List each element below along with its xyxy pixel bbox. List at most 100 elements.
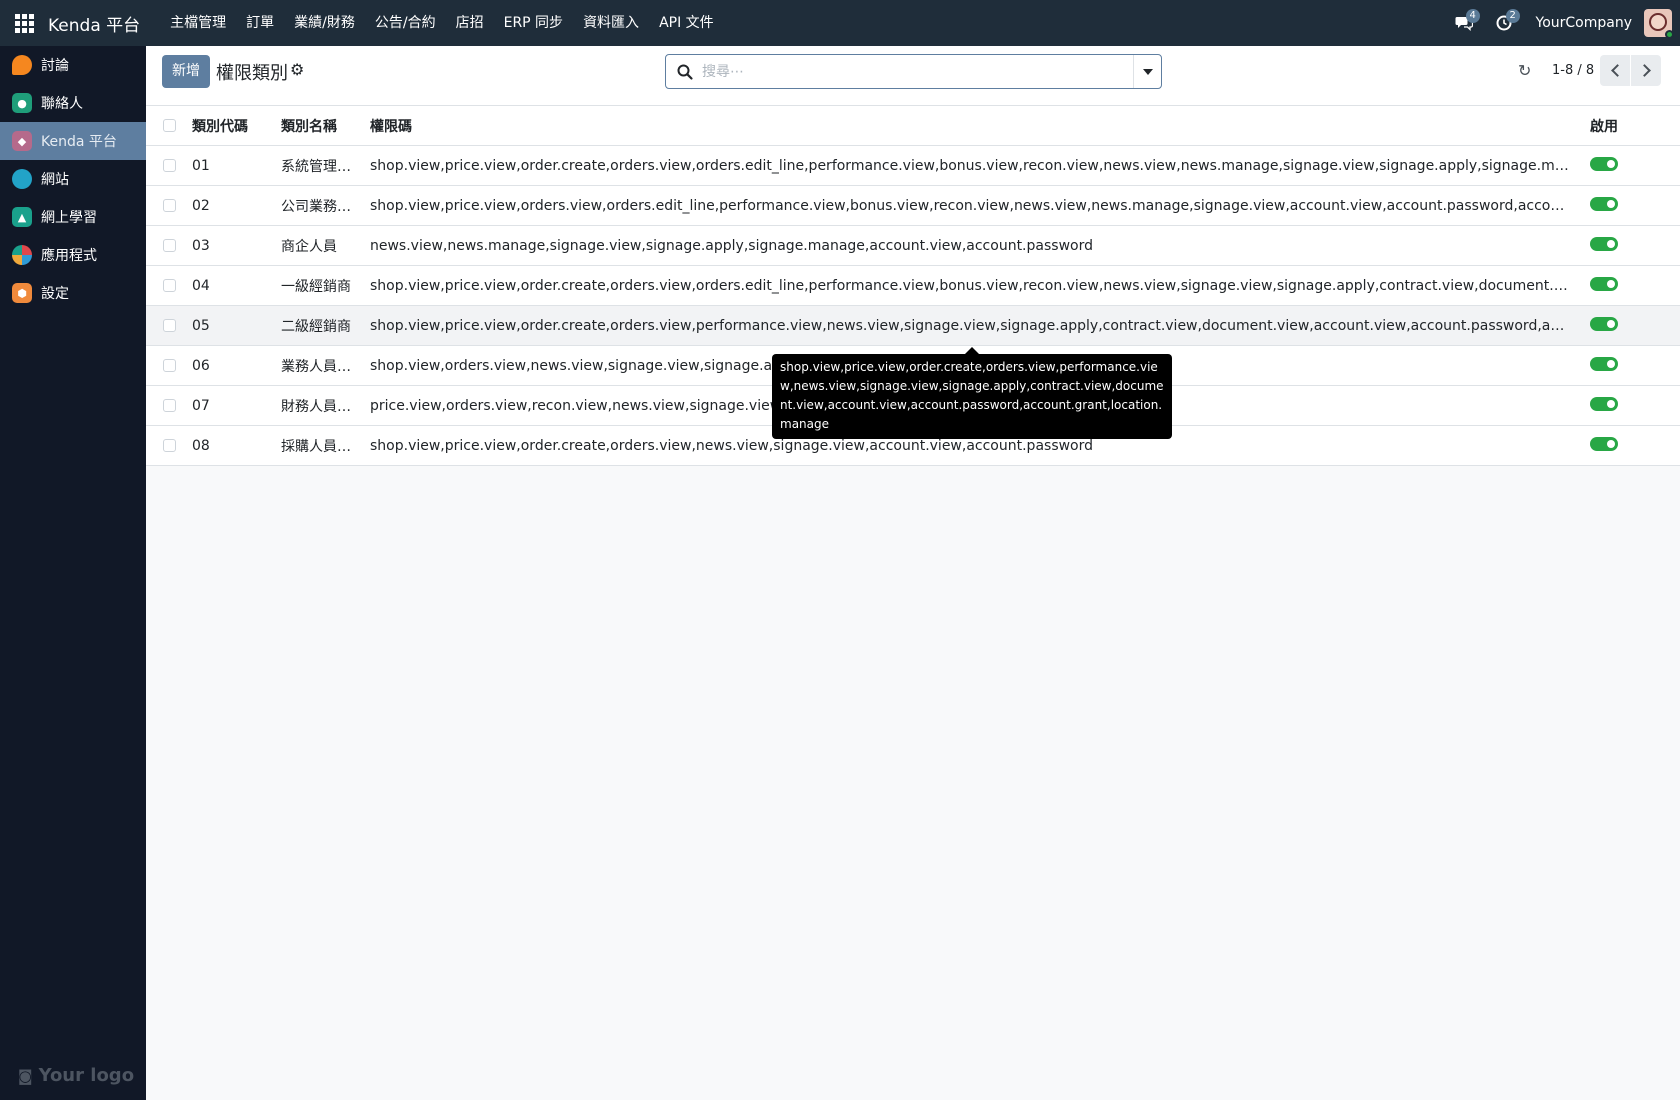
active-toggle[interactable] xyxy=(1590,196,1618,211)
row-checkbox[interactable] xyxy=(162,199,176,212)
new-button[interactable]: 新增 xyxy=(162,55,210,88)
column-header-code[interactable]: 類別代碼 xyxy=(192,116,281,136)
pager-next-button[interactable] xyxy=(1631,55,1661,86)
cell-code: 06 xyxy=(192,357,210,374)
active-toggle[interactable] xyxy=(1590,316,1618,331)
cell-code: 05 xyxy=(192,317,210,334)
cell-permissions: shop.view,price.view,order.create,orders… xyxy=(370,317,1578,334)
cell-name: 財務人員… xyxy=(281,398,351,415)
cell-code: 01 xyxy=(192,157,210,174)
sidebar-item-label: 討論 xyxy=(41,58,69,74)
permissions-tooltip: shop.view,price.view,order.create,orders… xyxy=(772,354,1172,439)
sidebar-item-contacts[interactable]: ● 聯絡人 xyxy=(0,84,146,122)
cell-name: 二級經銷商 xyxy=(281,318,351,335)
tooltip-arrow xyxy=(965,347,979,354)
search-icon xyxy=(677,64,693,80)
row-checkbox[interactable] xyxy=(162,399,176,412)
menu-item-signage[interactable]: 店招 xyxy=(446,0,494,46)
active-toggle[interactable] xyxy=(1590,156,1618,171)
discuss-icon xyxy=(12,55,32,75)
contacts-icon: ● xyxy=(12,93,32,113)
menu-item-announcements-contracts[interactable]: 公告/合約 xyxy=(365,0,446,46)
cell-name: 公司業務… xyxy=(281,198,351,215)
brand-title[interactable]: Kenda 平台 xyxy=(48,11,140,36)
sidebar-item-label: 設定 xyxy=(41,286,69,302)
camera-icon: ◙ xyxy=(18,1066,33,1085)
pager-value[interactable]: 1-8 / 8 xyxy=(1552,63,1594,78)
table-row[interactable]: 01 系統管理… shop.view,price.view,order.crea… xyxy=(146,146,1680,186)
cell-permissions: shop.view,price.view,order.create,orders… xyxy=(370,157,1578,174)
refresh-icon[interactable]: ↻ xyxy=(1518,61,1531,80)
cell-permissions: shop.view,price.view,orders.view,orders.… xyxy=(370,197,1578,214)
kenda-icon: ◆ xyxy=(12,131,32,151)
company-logo: ◙ Your logo xyxy=(18,1065,134,1086)
website-icon xyxy=(12,169,32,189)
table-row[interactable]: 04 一級經銷商 shop.view,price.view,order.crea… xyxy=(146,266,1680,306)
cell-name: 商企人員 xyxy=(281,238,337,255)
active-toggle[interactable] xyxy=(1590,236,1618,251)
active-toggle[interactable] xyxy=(1590,396,1618,411)
column-header-permissions[interactable]: 權限碼 xyxy=(370,116,1578,136)
cell-code: 04 xyxy=(192,277,210,294)
sidebar: 討論 ● 聯絡人 ◆ Kenda 平台 網站 ▲ 網上學習 應用程式 ⬢ 設定 … xyxy=(0,46,146,1100)
app-menu-icon[interactable] xyxy=(0,0,48,46)
menu-item-master-data[interactable]: 主檔管理 xyxy=(160,0,236,46)
control-panel: 新增 權限類別 ⚙ ↻ 1-8 / 8 xyxy=(146,46,1680,106)
sidebar-item-elearning[interactable]: ▲ 網上學習 xyxy=(0,198,146,236)
cell-name: 系統管理… xyxy=(281,158,351,175)
messages-button[interactable]: 4 xyxy=(1444,0,1484,46)
messages-count-badge: 4 xyxy=(1465,9,1480,23)
active-toggle[interactable] xyxy=(1590,356,1618,371)
cell-permissions: shop.view,price.view,order.create,orders… xyxy=(370,277,1578,294)
active-toggle[interactable] xyxy=(1590,436,1618,451)
active-toggle[interactable] xyxy=(1590,276,1618,291)
cell-permissions: news.view,news.manage,signage.view,signa… xyxy=(370,237,1093,254)
sidebar-item-label: Kenda 平台 xyxy=(41,134,117,150)
row-checkbox[interactable] xyxy=(162,359,176,372)
row-checkbox[interactable] xyxy=(162,439,176,452)
elearning-icon: ▲ xyxy=(12,207,32,227)
menu-item-orders[interactable]: 訂單 xyxy=(236,0,284,46)
menu-item-data-import[interactable]: 資料匯入 xyxy=(573,0,649,46)
row-checkbox[interactable] xyxy=(162,319,176,332)
table-row[interactable]: 05 二級經銷商 shop.view,price.view,order.crea… xyxy=(146,306,1680,346)
table-row[interactable]: 02 公司業務… shop.view,price.view,orders.vie… xyxy=(146,186,1680,226)
sidebar-item-settings[interactable]: ⬢ 設定 xyxy=(0,274,146,312)
company-switcher[interactable]: YourCompany xyxy=(1524,15,1645,31)
search-options-toggle[interactable] xyxy=(1133,55,1161,88)
cell-code: 08 xyxy=(192,437,210,454)
gear-icon[interactable]: ⚙ xyxy=(290,60,304,79)
sidebar-item-label: 網上學習 xyxy=(41,210,97,226)
cell-name: 一級經銷商 xyxy=(281,278,351,295)
sidebar-item-label: 應用程式 xyxy=(41,248,97,264)
cell-code: 07 xyxy=(192,397,210,414)
sidebar-item-apps[interactable]: 應用程式 xyxy=(0,236,146,274)
row-checkbox[interactable] xyxy=(162,239,176,252)
online-status-icon xyxy=(1665,30,1674,39)
column-header-active[interactable]: 啟用 xyxy=(1578,116,1668,136)
main-menu: 主檔管理 訂單 業績/財務 公告/合約 店招 ERP 同步 資料匯入 API 文… xyxy=(160,0,724,46)
menu-item-api-docs[interactable]: API 文件 xyxy=(649,0,724,46)
settings-icon: ⬢ xyxy=(12,283,32,303)
pager-previous-button[interactable] xyxy=(1600,55,1630,86)
activities-button[interactable]: 2 xyxy=(1484,0,1524,46)
apps-icon xyxy=(12,245,32,265)
sidebar-item-kenda[interactable]: ◆ Kenda 平台 xyxy=(0,122,146,160)
menu-item-performance-finance[interactable]: 業績/財務 xyxy=(284,0,365,46)
row-checkbox[interactable] xyxy=(162,279,176,292)
cell-code: 02 xyxy=(192,197,210,214)
chevron-left-icon xyxy=(1610,64,1624,77)
sidebar-item-website[interactable]: 網站 xyxy=(0,160,146,198)
caret-down-icon xyxy=(1142,68,1153,75)
search-input[interactable] xyxy=(702,61,1102,83)
user-avatar[interactable] xyxy=(1644,9,1674,39)
table-row[interactable]: 03 商企人員 news.view,news.manage,signage.vi… xyxy=(146,226,1680,266)
menu-item-erp-sync[interactable]: ERP 同步 xyxy=(494,0,573,46)
column-header-name[interactable]: 類別名稱 xyxy=(281,116,370,136)
table-header: 類別代碼 類別名稱 權限碼 啟用 xyxy=(146,106,1680,146)
select-all-checkbox[interactable] xyxy=(162,119,176,132)
sidebar-item-discuss[interactable]: 討論 xyxy=(0,46,146,84)
cell-name: 業務人員… xyxy=(281,358,351,375)
sidebar-item-label: 網站 xyxy=(41,172,69,188)
row-checkbox[interactable] xyxy=(162,159,176,172)
